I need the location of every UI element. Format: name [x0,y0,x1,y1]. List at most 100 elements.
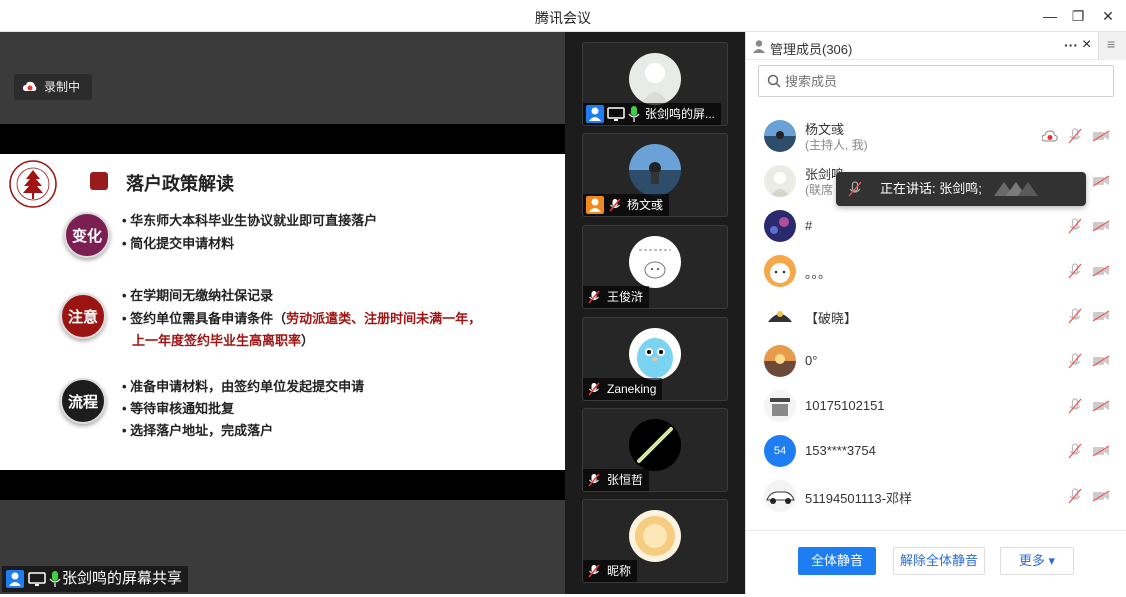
slide-bullet: • 签约单位需具备申请条件（劳动派遣类、注册时间未满一年， [122,311,482,326]
slide-bullet: • 简化提交申请材料 [122,236,235,251]
member-search-input[interactable] [785,66,1105,96]
microphone-icon [46,570,64,588]
camera-off-icon[interactable] [1092,310,1110,322]
member-search-box [758,65,1114,97]
mic-muted-icon [609,198,621,212]
mute-all-button[interactable]: 全体静音 [798,547,876,575]
title-marker [90,172,108,190]
avatar [764,300,796,332]
recording-label: 录制中 [44,80,81,94]
mic-muted-icon [588,473,600,487]
mic-muted-icon[interactable] [1068,218,1082,234]
camera-off-icon[interactable] [1092,400,1110,412]
avatar [629,144,681,196]
members-panel-footer: 全体静音 解除全体静音 更多 ▾ [746,530,1126,594]
member-name: 10175102151 [805,398,885,413]
screen-share-area: 录制中 落户政策解读 变化 • 华东师大本科毕业生协议就业即可直接落户 • 简化… [0,32,565,594]
member-name: 【破晓】 [805,311,858,326]
panel-menu-button[interactable]: ≡ [1098,32,1126,60]
member-role: (联席 [805,183,833,197]
camera-off-icon[interactable] [1092,130,1110,142]
member-row[interactable]: 0° [746,339,1111,383]
tile-label: 张剑鸣的屏... [583,103,722,125]
camera-off-icon[interactable] [1092,445,1110,457]
more-button[interactable]: 更多 ▾ [1000,547,1074,575]
video-thumbnail-strip: 张剑鸣的屏... 杨文彧 王俊浒 Zaneking 张恒哲 昵称 [565,32,745,594]
unmute-all-button[interactable]: 解除全体静音 [893,547,985,575]
member-name: 153****3754 [805,443,876,458]
close-panel-icon[interactable]: × [1082,36,1091,54]
mic-muted-icon[interactable] [1068,443,1082,459]
mic-muted-icon[interactable] [1068,263,1082,279]
letterbox-top [0,124,565,154]
video-tile[interactable]: 张剑鸣的屏... [582,42,728,126]
badge-process: 流程 [60,378,106,424]
tile-label: 王俊浒 [583,286,650,308]
members-panel-header: 管理成员(306) ··· × [746,32,1126,60]
camera-off-icon[interactable] [1092,220,1110,232]
camera-off-icon[interactable] [1092,175,1110,187]
speaking-tooltip: 正在讲话: 张剑鸣; [836,172,1086,206]
recording-indicator[interactable]: 录制中 [14,74,92,100]
mic-muted-icon [588,382,600,396]
member-row[interactable]: 。。。 [746,249,1111,293]
mic-muted-icon[interactable] [1068,488,1082,504]
avatar [764,345,796,377]
member-name: 。。。 [805,266,832,281]
members-panel-title: 管理成员(306) [770,42,853,57]
badge-notice: 注意 [60,293,106,339]
host-icon [586,196,604,214]
video-tile[interactable]: Zaneking [582,317,728,401]
video-tile[interactable]: 张恒哲 [582,408,728,492]
member-row[interactable]: 54 153****3754 [746,429,1111,473]
mic-muted-icon[interactable] [1068,398,1082,414]
university-logo [9,160,57,208]
mic-muted-icon[interactable] [1068,353,1082,369]
member-name: # [805,218,813,233]
member-row[interactable]: 【破晓】 [746,294,1111,338]
avatar: 54 [764,435,796,467]
avatar [629,328,681,380]
maximize-button[interactable]: ❐ [1068,6,1088,26]
camera-off-icon[interactable] [1092,490,1110,502]
badge-change: 变化 [64,212,110,258]
members-panel: 管理成员(306) ··· × 杨文彧 (主持人, 我) 张剑鸣 (联席 # 。… [745,32,1126,594]
screen-share-icon [607,105,625,123]
member-row[interactable]: 10175102151 [746,384,1111,428]
user-icon [586,105,604,123]
participant-name: 王俊浒 [607,290,644,304]
tile-label: 杨文彧 [583,194,670,216]
camera-off-icon[interactable] [1092,265,1110,277]
mic-muted-icon[interactable] [1068,128,1082,144]
avatar [764,255,796,287]
members-icon [753,40,765,53]
participant-name: 杨文彧 [627,198,664,212]
member-row[interactable]: # [746,204,1111,248]
member-row[interactable]: 杨文彧 (主持人, 我) [746,114,1111,158]
microphone-icon [625,105,643,123]
avatar [629,53,681,105]
cloud-record-icon [23,81,37,91]
video-tile[interactable]: 王俊浒 [582,225,728,309]
member-name: 51194501113-邓样 [805,491,912,506]
close-window-button[interactable]: ✕ [1098,6,1118,26]
minimize-button[interactable]: — [1040,6,1060,26]
participant-name: 昵称 [607,564,632,578]
more-options-icon[interactable]: ··· [1064,37,1078,53]
camera-off-icon[interactable] [1092,355,1110,367]
member-role: (主持人, 我) [805,138,868,152]
member-row[interactable]: 51194501113-邓样 [746,474,1111,518]
video-tile[interactable]: 昵称 [582,499,728,583]
slide-bullet: • 等待审核通知批复 [122,401,235,416]
speaking-text: 正在讲话: 张剑鸣; [880,181,982,196]
avatar [629,419,681,471]
mic-muted-icon[interactable] [1068,308,1082,324]
avatar [764,210,796,242]
slide-bullet: • 准备申请材料，由签约单位发起提交申请 [122,379,365,394]
video-tile[interactable]: 杨文彧 [582,133,728,217]
avatar [764,120,796,152]
letterbox-bottom [0,470,565,500]
tile-label: Zaneking [583,378,663,400]
slide-bullet: 上一年度签约毕业生高离职率） [132,333,315,348]
slide-bullet: • 在学期间无缴纳社保记录 [122,288,274,303]
